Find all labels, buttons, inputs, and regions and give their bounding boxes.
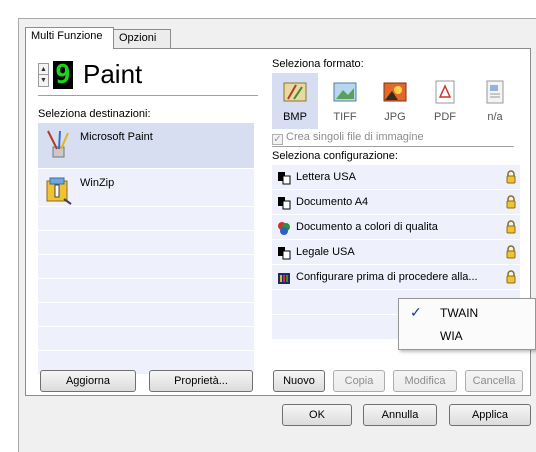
format-tiff[interactable]: TIFF (322, 73, 368, 129)
format-label: Seleziona formato: (272, 58, 364, 70)
list-item-microsoft-paint[interactable]: Microsoft Paint (38, 123, 254, 169)
configure-scanner-icon (278, 273, 290, 284)
spin-down-icon[interactable]: ▼ (39, 75, 48, 86)
list-item-empty (38, 279, 254, 303)
bmp-icon (283, 82, 307, 102)
list-item-empty (38, 207, 254, 231)
modifica-button[interactable]: Modifica (393, 370, 457, 392)
copia-button[interactable]: Copia (333, 370, 385, 392)
destination-number-display: 9 (53, 61, 73, 89)
destination-label: WinZip (80, 177, 115, 189)
applica-button[interactable]: Applica (449, 404, 531, 426)
proprieta-button[interactable]: Proprietà... (149, 370, 253, 392)
cancella-button[interactable]: Cancella (465, 370, 523, 392)
aggiorna-button[interactable]: Aggiorna (40, 370, 136, 392)
single-files-label: Crea singoli file di immagine (286, 131, 424, 143)
black-white-document-icon (278, 197, 291, 210)
menu-item-label: TWAIN (440, 306, 479, 320)
configuration-label: Seleziona configurazione: (272, 150, 398, 162)
list-item-empty (38, 255, 254, 279)
destination-app-name: Paint (83, 59, 143, 89)
list-item-empty (38, 303, 254, 327)
tab-opzioni[interactable]: Opzioni (113, 29, 171, 48)
lock-icon (506, 195, 516, 209)
list-item-documento-a4[interactable]: Documento A4 (272, 190, 520, 215)
format-label-text: BMP (283, 111, 307, 123)
tab-multi-funzione[interactable]: Multi Funzione (25, 27, 114, 49)
divider (38, 95, 258, 96)
format-na[interactable]: n/a (472, 73, 518, 129)
list-item-empty (38, 231, 254, 255)
format-label-text: TIFF (333, 111, 357, 123)
format-jpg[interactable]: JPG (372, 73, 418, 129)
menu-item-twain[interactable]: ✓ TWAIN (402, 302, 536, 324)
jpg-icon (383, 82, 407, 102)
list-item-empty (38, 327, 254, 351)
format-label-text: PDF (434, 111, 456, 123)
format-label-text: n/a (487, 111, 503, 123)
ok-button[interactable]: OK (282, 404, 352, 426)
format-selector[interactable]: BMP TIFF JPG PDF n/a (272, 73, 522, 129)
single-files-checkbox-row: ✓ Crea singoli file di immagine (272, 131, 424, 145)
configuration-label-text: Lettera USA (296, 171, 356, 183)
na-icon (486, 80, 504, 104)
lock-icon (506, 270, 516, 284)
configuration-label-text: Configurare prima di procedere alla... (296, 271, 478, 283)
configuration-label-text: Documento A4 (296, 196, 369, 208)
destination-list[interactable]: Microsoft Paint WinZip (38, 123, 254, 375)
nuovo-button[interactable]: Nuovo (273, 370, 325, 392)
format-bmp[interactable]: BMP (272, 73, 318, 129)
menu-item-wia[interactable]: WIA (402, 325, 536, 347)
format-pdf[interactable]: PDF (422, 73, 468, 129)
lock-icon (506, 245, 516, 259)
annulla-button[interactable]: Annulla (363, 404, 437, 426)
black-white-document-icon (278, 172, 291, 185)
list-item-winzip[interactable]: WinZip (38, 169, 254, 207)
spin-up-icon[interactable]: ▲ (39, 64, 48, 75)
divider (272, 146, 514, 147)
color-document-icon (278, 222, 290, 235)
menu-item-label: WIA (440, 329, 463, 343)
paint-brush-icon (47, 130, 69, 158)
format-label-text: JPG (384, 111, 406, 123)
destination-label: Microsoft Paint (80, 131, 153, 143)
list-item-lettera-usa[interactable]: Lettera USA (272, 165, 520, 190)
scanner-driver-menu: ✓ TWAIN WIA (398, 298, 536, 350)
pdf-icon (435, 80, 455, 104)
destinations-label: Seleziona destinazioni: (38, 108, 151, 120)
configuration-label-text: Documento a colori di qualita (296, 221, 438, 233)
tiff-icon (333, 82, 357, 102)
dialog-window: Multi Funzione Opzioni ▲ ▼ 9 Paint Selez… (18, 18, 536, 452)
list-item-configurare-prima[interactable]: Configurare prima di procedere alla... (272, 265, 520, 290)
list-item-legale-usa[interactable]: Legale USA (272, 240, 520, 265)
winzip-icon (46, 177, 72, 205)
destination-spinner[interactable]: ▲ ▼ (38, 63, 49, 87)
list-item-documento-colori[interactable]: Documento a colori di qualita (272, 215, 520, 240)
lock-icon (506, 170, 516, 184)
checkmark-icon: ✓ (410, 304, 422, 320)
single-files-checkbox: ✓ (272, 134, 283, 145)
configuration-label-text: Legale USA (296, 246, 355, 258)
black-white-document-icon (278, 247, 291, 260)
lock-icon (506, 220, 516, 234)
